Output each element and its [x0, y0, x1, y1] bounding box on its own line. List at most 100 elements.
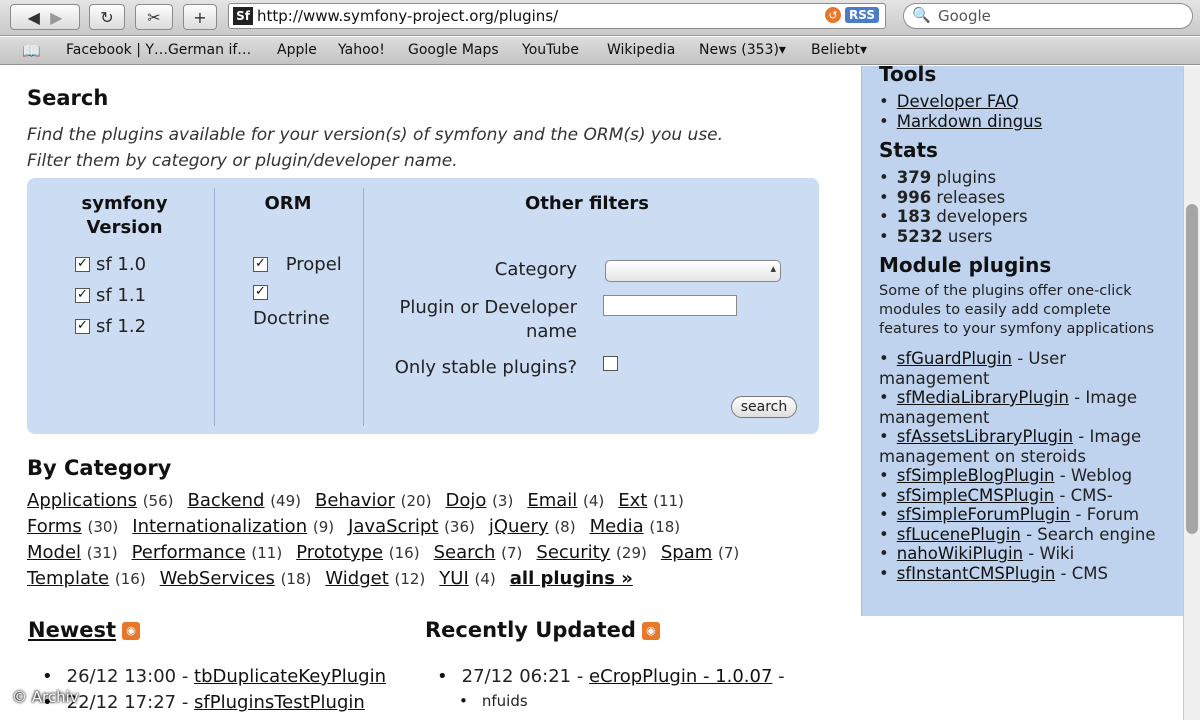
stable-label: Only stable plugins? [394, 357, 577, 378]
version-sf11-option[interactable]: ✓ sf 1.1 [75, 285, 146, 306]
category-item: Ext (11) [618, 490, 684, 511]
select-arrows-icon: ▴ [770, 262, 776, 275]
module-plugin-link[interactable]: nahoWikiPlugin [897, 544, 1023, 563]
category-link[interactable]: Spam [661, 542, 712, 563]
all-plugins-link[interactable]: all plugins » [510, 568, 633, 589]
category-item: Template (16) [27, 568, 146, 589]
plugin-link[interactable]: eCropPlugin - 1.0.07 [589, 666, 772, 687]
version-sf10-option[interactable]: ✓ sf 1.0 [75, 254, 146, 275]
bookmark-facebook[interactable]: Facebook | Y…German if… [66, 42, 251, 58]
snapback-icon[interactable]: ↺ [825, 7, 841, 23]
bookmark-yahoo[interactable]: Yahoo! [338, 42, 385, 58]
category-link[interactable]: Media [590, 516, 644, 537]
category-link[interactable]: Behavior [315, 490, 395, 511]
scissors-icon: ✂ [147, 7, 161, 27]
module-plugin-link[interactable]: sfSimpleBlogPlugin [897, 466, 1055, 485]
category-link[interactable]: Prototype [296, 542, 383, 563]
reload-button[interactable]: ↻ [89, 4, 125, 30]
category-link[interactable]: YUI [439, 568, 468, 589]
category-link[interactable]: Widget [325, 568, 388, 589]
back-icon[interactable]: ◀ [28, 8, 40, 27]
module-plugin-link[interactable]: sfMediaLibraryPlugin [897, 388, 1069, 407]
category-link[interactable]: Ext [618, 490, 647, 511]
orm-propel-option[interactable]: ✓ Propel [253, 254, 342, 275]
rss-feed-icon[interactable]: ◉ [641, 622, 660, 640]
plugin-name-input[interactable] [603, 295, 737, 316]
category-link[interactable]: Backend [187, 490, 264, 511]
category-count: (7) [718, 544, 740, 562]
checkbox-checked[interactable]: ✓ [253, 257, 268, 272]
category-count: (7) [501, 544, 523, 562]
module-plugin-link[interactable]: sfSimpleCMSPlugin [897, 486, 1054, 505]
bookmark-beliebt[interactable]: Beliebt▾ [811, 42, 867, 58]
bookmarks-book-icon[interactable]: 📖 [22, 42, 41, 60]
search-button[interactable]: search [731, 396, 797, 418]
category-link[interactable]: WebServices [160, 568, 275, 589]
bookmark-apple[interactable]: Apple [277, 42, 317, 58]
search-heading: Search [27, 86, 109, 110]
module-plugin-link[interactable]: sfLucenePlugin [897, 525, 1021, 544]
category-count: (12) [394, 570, 426, 588]
forward-icon[interactable]: ▶ [50, 8, 62, 27]
category-link[interactable]: JavaScript [348, 516, 438, 537]
module-item: • sfAssetsLibraryPlugin - Image managemen… [879, 427, 1142, 466]
version-sf12-option[interactable]: ✓ sf 1.2 [75, 316, 146, 337]
checkbox-checked[interactable]: ✓ [253, 285, 268, 300]
category-link[interactable]: Model [27, 542, 81, 563]
checkbox-checked[interactable]: ✓ [75, 319, 90, 334]
url-text[interactable]: http://www.symfony-project.org/plugins/ [257, 7, 558, 25]
module-plugin-link[interactable]: sfInstantCMSPlugin [897, 564, 1056, 583]
category-link[interactable]: Dojo [445, 490, 486, 511]
tools-heading: Tools [879, 62, 937, 86]
module-plugin-link[interactable]: sfGuardPlugin [897, 349, 1012, 368]
bookmark-wikipedia[interactable]: Wikipedia [607, 42, 675, 58]
bookmark-youtube[interactable]: YouTube [522, 42, 579, 58]
category-count: (11) [653, 492, 684, 510]
category-link[interactable]: Internationalization [132, 516, 307, 537]
category-count: (4) [583, 492, 605, 510]
developer-faq-link[interactable]: Developer FAQ [897, 92, 1019, 111]
module-plugin-link[interactable]: sfSimpleForumPlugin [897, 505, 1071, 524]
vertical-scrollbar[interactable] [1183, 66, 1200, 720]
site-favicon-icon: Sf [233, 7, 253, 25]
category-link[interactable]: Performance [132, 542, 246, 563]
bookmark-google-maps[interactable]: Google Maps [408, 42, 499, 58]
rss-button[interactable]: RSS [845, 7, 879, 23]
bookmark-news[interactable]: News (353)▾ [699, 42, 786, 58]
scrollbar-thumb[interactable] [1186, 204, 1198, 534]
category-item: Internationalization (9) [132, 516, 334, 537]
rss-feed-icon[interactable]: ◉ [122, 622, 140, 640]
snippet-button[interactable]: ✂ [135, 4, 173, 30]
stable-checkbox[interactable] [603, 356, 618, 371]
category-link[interactable]: Template [27, 568, 109, 589]
category-item: Backend (49) [187, 490, 301, 511]
category-link[interactable]: Security [536, 542, 610, 563]
category-link[interactable]: Email [527, 490, 577, 511]
orm-doctrine-checkbox[interactable]: ✓ [253, 285, 268, 300]
back-forward-buttons[interactable]: ◀ ▶ [10, 4, 80, 30]
plugin-link[interactable]: sfPluginsTestPlugin [194, 692, 365, 713]
checkbox-checked[interactable]: ✓ [75, 288, 90, 303]
module-item: • nahoWikiPlugin - Wiki [879, 544, 1075, 563]
module-description: - Forum [1070, 505, 1140, 524]
category-link[interactable]: jQuery [489, 516, 549, 537]
plugin-link[interactable]: tbDuplicateKeyPlugin [194, 666, 386, 687]
checkbox-checked[interactable]: ✓ [75, 257, 90, 272]
category-link[interactable]: Search [434, 542, 496, 563]
module-plugin-link[interactable]: sfAssetsLibraryPlugin [897, 427, 1073, 446]
category-item: Performance (11) [132, 542, 283, 563]
list-item: • Markdown dingus [879, 111, 1043, 131]
add-bookmark-button[interactable]: + [183, 4, 217, 30]
search-field[interactable]: 🔍 Google [903, 3, 1193, 29]
category-link[interactable]: Applications [27, 490, 137, 511]
list-item: 22/12 17:27 - sfPluginsTestPlugin [42, 692, 386, 718]
category-link[interactable]: Forms [27, 516, 82, 537]
stat-releases: • 996 releases [879, 187, 1006, 207]
category-select[interactable]: ▴ [605, 260, 781, 282]
address-bar[interactable]: Sf http://www.symfony-project.org/plugin… [228, 3, 886, 29]
module-description: - Weblog [1054, 466, 1133, 485]
category-count: (49) [270, 492, 301, 510]
module-item: • sfMediaLibraryPlugin - Image management [879, 388, 1138, 427]
module-item: • sfSimpleBlogPlugin - Weblog [879, 466, 1133, 485]
markdown-dingus-link[interactable]: Markdown dingus [897, 112, 1043, 131]
